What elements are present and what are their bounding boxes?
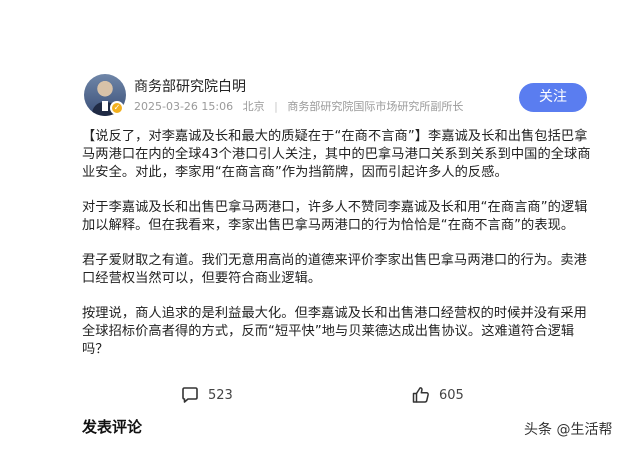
author-name[interactable]: 商务部研究院白明 xyxy=(134,76,246,96)
watermark: 头条 @生活帮 xyxy=(524,422,613,438)
comments-section-title: 发表评论 xyxy=(82,418,143,436)
follow-button[interactable]: 关注 xyxy=(519,83,587,112)
article-paragraph: 按理说，商人追求的是利益最大化。但李嘉诚及长和出售港口经营权的时候并没有采用全球… xyxy=(82,306,587,357)
like-button[interactable]: 605 xyxy=(411,383,464,407)
author-title: 商务部研究院国际市场研究所副所长 xyxy=(287,100,464,113)
meta-separator: | xyxy=(274,100,278,113)
article-paragraph: 【说反了，对李嘉诚及长和最大的质疑在于“在商不言商”】李嘉诚及长和出售包括巴拿马… xyxy=(82,129,591,180)
article-body: 【说反了，对李嘉诚及长和最大的质疑在于“在商不言商”】李嘉诚及长和出售包括巴拿马… xyxy=(82,128,592,376)
article-paragraph: 君子爱财取之有道。我们无意用高尚的道德来评价李家出售巴拿马两港口的行为。卖港口经… xyxy=(82,253,587,286)
action-bar: 523 605 xyxy=(0,383,640,407)
avatar-collar xyxy=(102,101,108,111)
like-count: 605 xyxy=(439,387,464,403)
post-timestamp: 2025-03-26 15:06 xyxy=(134,100,234,113)
article-paragraph: 对于李嘉诚及长和出售巴拿马两港口，许多人不赞同李嘉诚及长和用“在商言商”的逻辑加… xyxy=(82,200,588,233)
comment-count: 523 xyxy=(208,387,233,403)
comment-button[interactable]: 523 xyxy=(180,383,233,407)
post-header: ✓ 商务部研究院白明 2025-03-26 15:06 北京 | 商务部研究院国… xyxy=(0,0,640,120)
verified-badge-icon: ✓ xyxy=(110,101,124,115)
post-location: 北京 xyxy=(242,100,265,113)
post-meta: 2025-03-26 15:06 北京 | 商务部研究院国际市场研究所副所长 xyxy=(134,98,469,114)
comment-bubble-icon xyxy=(182,387,198,403)
thumbs-up-icon xyxy=(412,387,429,403)
